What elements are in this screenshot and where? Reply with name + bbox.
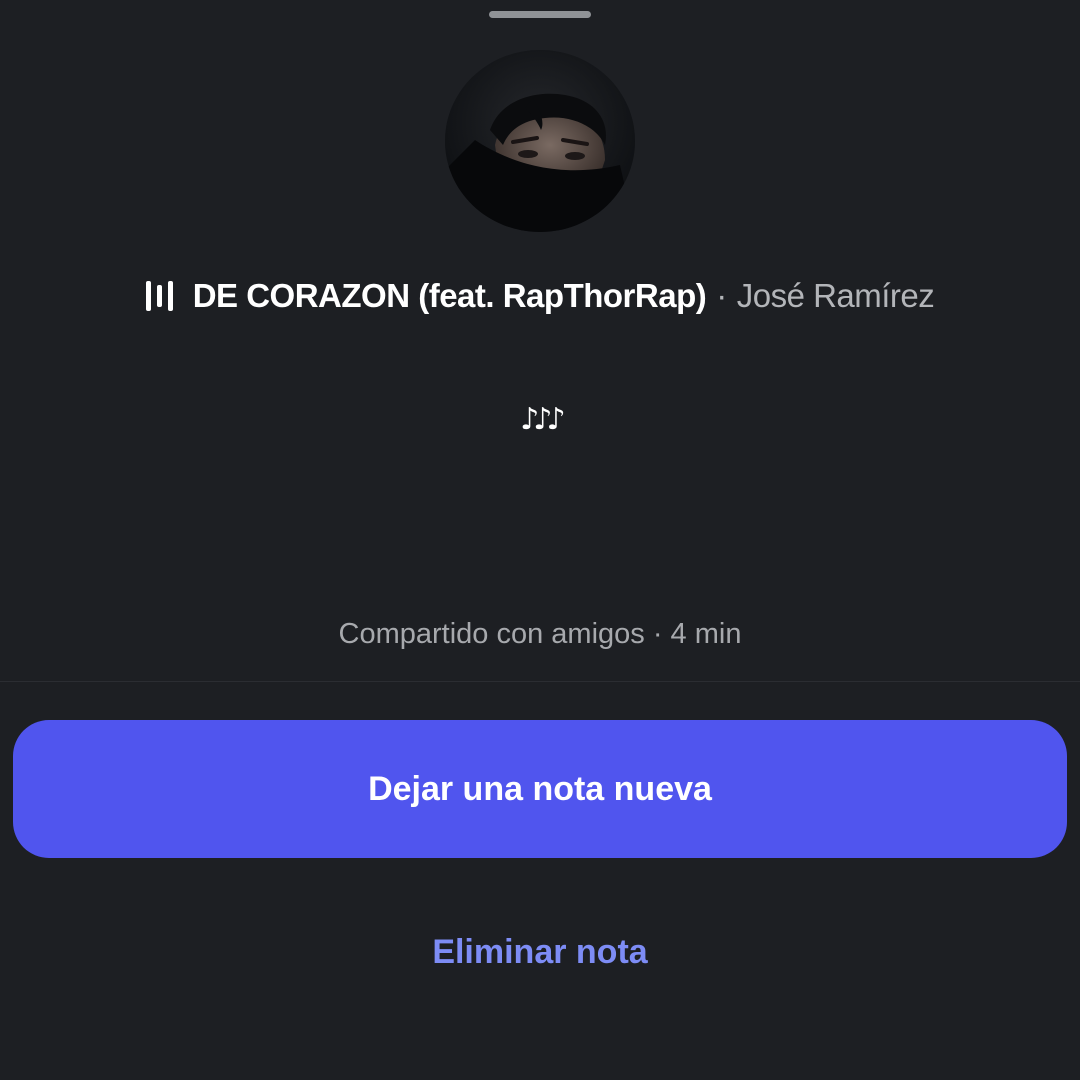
avatar-photo bbox=[445, 50, 635, 232]
song-title: DE CORAZON (feat. RapThorRap) bbox=[192, 277, 707, 314]
equalizer-icon bbox=[145, 281, 173, 311]
sheet-drag-handle[interactable] bbox=[489, 11, 591, 18]
song-separator: · bbox=[716, 277, 727, 314]
now-playing-line[interactable]: DE CORAZON (feat. RapThorRap) · José Ram… bbox=[0, 270, 1080, 322]
divider bbox=[0, 681, 1080, 682]
delete-note-button[interactable]: Eliminar nota bbox=[340, 920, 740, 984]
note-text: ♪♪♪ bbox=[520, 402, 565, 437]
user-avatar bbox=[445, 50, 635, 232]
share-meta: Compartido con amigos · 4 min bbox=[338, 618, 742, 650]
leave-new-note-button[interactable]: Dejar una nota nueva bbox=[13, 720, 1067, 858]
song-artist: José Ramírez bbox=[736, 277, 935, 314]
